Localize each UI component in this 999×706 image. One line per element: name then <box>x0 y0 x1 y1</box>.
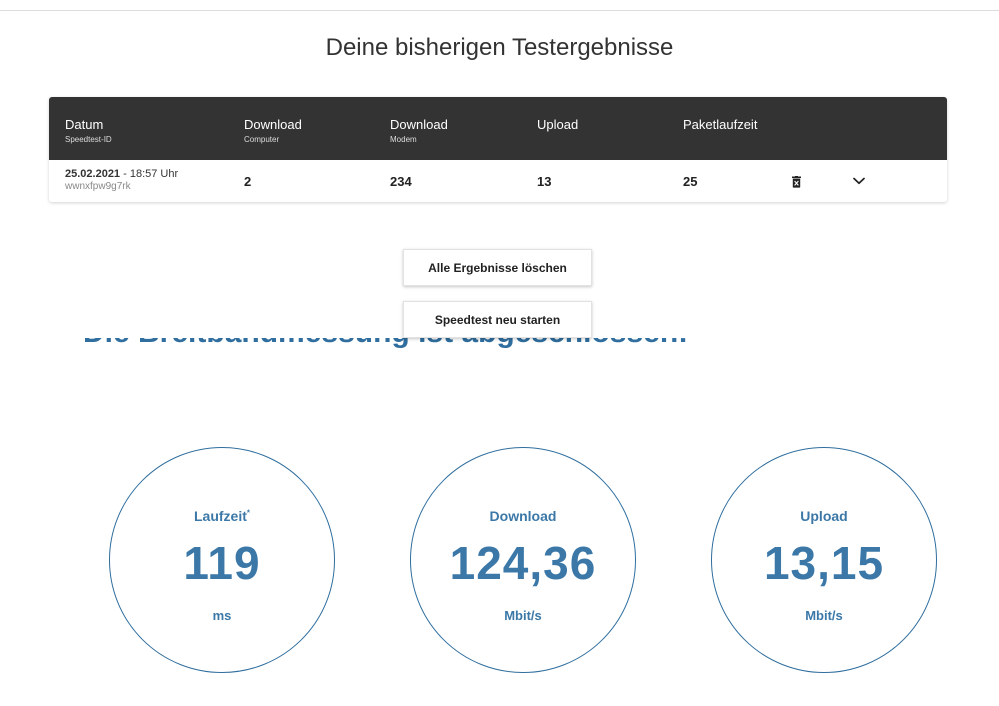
column-header-sublabel: Modem <box>390 135 417 144</box>
column-header-datum: Datum Speedtest-ID <box>65 117 112 146</box>
download-gauge: Download 124,36 Mbit/s <box>410 447 636 673</box>
gauge-value: 119 <box>183 537 261 589</box>
cell-date: 25.02.2021 - 18:57 Uhr wwnxfpw9g7rk <box>65 168 178 193</box>
obscured-heading: Die Breitbandmessung ist abgeschlossen! <box>83 316 689 349</box>
column-header-download-modem: Download Modem <box>390 117 448 146</box>
gauge-unit: Mbit/s <box>805 608 843 623</box>
page: Deine bisherigen Testergebnisse Datum Sp… <box>0 0 999 706</box>
upload-gauge: Upload 13,15 Mbit/s <box>711 447 937 673</box>
page-title: Deine bisherigen Testergebnisse <box>325 34 674 61</box>
cell-download-computer: 2 <box>244 174 252 189</box>
column-header-sublabel: Computer <box>244 135 280 144</box>
delete-all-results-button[interactable]: Alle Ergebnisse löschen <box>403 249 592 286</box>
gauge-value: 13,15 <box>763 537 885 589</box>
results-table: Datum Speedtest-ID Download Computer Dow… <box>49 97 947 202</box>
footnote-marker: * <box>246 508 250 518</box>
latency-gauge: Laufzeit* 119 ms <box>109 447 335 673</box>
column-header-label: Datum <box>65 117 104 132</box>
chevron-down-icon[interactable] <box>853 177 865 185</box>
test-time: - 18:57 Uhr <box>120 168 179 180</box>
column-header-download-computer: Download Computer <box>244 117 302 146</box>
restart-speedtest-button[interactable]: Speedtest neu starten <box>403 301 592 338</box>
gauge-label: Laufzeit* <box>110 508 334 524</box>
test-date: 25.02.2021 <box>65 168 121 180</box>
table-header: Datum Speedtest-ID Download Computer Dow… <box>49 97 947 160</box>
speedtest-id: wwnxfpw9g7rk <box>65 181 131 192</box>
column-header-label: Download <box>390 117 448 132</box>
column-header-label: Upload <box>537 117 579 132</box>
cell-paketlaufzeit: 25 <box>683 174 698 189</box>
column-header-label: Download <box>244 117 302 132</box>
column-header-label: Paketlaufzeit <box>683 117 758 132</box>
date-time: 25.02.2021 - 18:57 Uhr <box>65 168 178 181</box>
column-header-sublabel: Speedtest-ID <box>65 135 112 144</box>
gauge-label: Download <box>489 508 557 524</box>
gauge-value: 124,36 <box>449 537 597 589</box>
table-row[interactable]: 25.02.2021 - 18:57 Uhr wwnxfpw9g7rk 2 23… <box>49 160 947 202</box>
cell-download-modem: 234 <box>390 174 412 189</box>
trash-icon[interactable] <box>792 176 801 188</box>
gauge-unit: Mbit/s <box>504 608 542 623</box>
column-header-upload: Upload <box>537 117 578 134</box>
gauge-label-text: Laufzeit <box>193 508 247 524</box>
column-header-paketlaufzeit: Paketlaufzeit <box>683 117 757 134</box>
gauge-label: Upload <box>800 508 848 524</box>
top-divider <box>0 10 999 11</box>
gauge-unit: ms <box>212 608 232 623</box>
cell-upload: 13 <box>537 174 552 189</box>
